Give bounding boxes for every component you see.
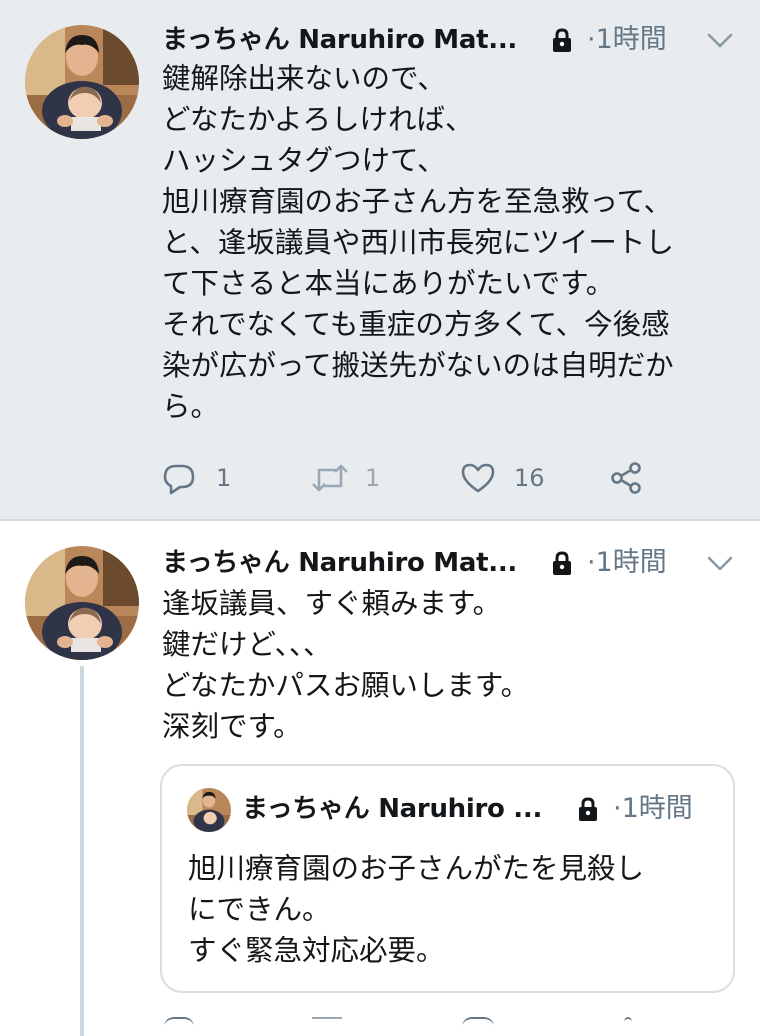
- chevron-down-icon[interactable]: [705, 28, 735, 52]
- like-button[interactable]: 16: [460, 458, 545, 498]
- heart-icon: [461, 463, 495, 493]
- heart-icon[interactable]: [462, 1017, 494, 1025]
- share-button[interactable]: [609, 458, 643, 498]
- tweet-2[interactable]: まっちゃん Naruhiro Mat... ·1時間 逢坂議員、すぐ頼みます。 …: [0, 521, 760, 1036]
- thread-line: [80, 666, 84, 1036]
- tweet-1[interactable]: まっちゃん Naruhiro Mat... ·1時間 鍵解除出来ないので、 どな…: [0, 0, 760, 519]
- tweet-text: 鍵解除出来ないので、 どなたかよろしければ、 ハッシュタグつけて、 旭川療育園の…: [162, 62, 674, 423]
- tweet-actions: 1 1 16: [162, 458, 662, 498]
- display-name[interactable]: まっちゃん Naruhiro Mat...: [162, 543, 517, 583]
- timestamp[interactable]: ·1時間: [587, 543, 667, 583]
- chevron-down-icon[interactable]: [705, 551, 735, 575]
- retweet-icon[interactable]: [312, 1017, 342, 1025]
- retweet-button[interactable]: 1: [310, 458, 380, 498]
- like-count: 16: [514, 464, 545, 492]
- tweet-actions-partial: [162, 1017, 662, 1025]
- avatar-photo: [187, 788, 231, 832]
- lock-icon: [549, 27, 575, 53]
- avatar-photo: [25, 546, 139, 660]
- avatar[interactable]: [25, 25, 139, 139]
- tweet-text: 逢坂議員、すぐ頼みます。 鍵だけど、、、 どなたかパスお願いします。 深刻です。: [162, 587, 530, 743]
- quoted-avatar: [187, 788, 231, 832]
- tweet-header: まっちゃん Naruhiro Mat... ·1時間: [162, 543, 752, 583]
- retweet-icon: [312, 464, 348, 492]
- retweet-count: 1: [365, 464, 381, 492]
- tweet-header: まっちゃん Naruhiro Mat... ·1時間: [162, 20, 752, 60]
- timestamp[interactable]: ·1時間: [587, 20, 667, 60]
- reply-button[interactable]: 1: [162, 458, 231, 498]
- lock-icon: [575, 796, 601, 822]
- reply-icon[interactable]: [164, 1017, 194, 1025]
- reply-icon: [163, 464, 195, 495]
- display-name[interactable]: まっちゃん Naruhiro Mat...: [162, 20, 517, 60]
- quoted-tweet[interactable]: まっちゃん Naruhiro ... ·1時間 旭川療育園のお子さんがたを見殺し…: [160, 764, 735, 993]
- quoted-text: 旭川療育園のお子さんがたを見殺し にできん。 すぐ緊急対応必要。: [188, 852, 645, 967]
- reply-count: 1: [216, 464, 232, 492]
- quoted-display-name: まっちゃん Naruhiro ...: [242, 794, 543, 824]
- lock-icon: [549, 550, 575, 576]
- quoted-timestamp: ·1時間: [613, 793, 693, 824]
- share-icon: [611, 462, 641, 494]
- quoted-header: まっちゃん Naruhiro ... ·1時間: [242, 789, 722, 829]
- share-icon[interactable]: [624, 1017, 632, 1025]
- avatar[interactable]: [25, 546, 139, 660]
- avatar-photo: [25, 25, 139, 139]
